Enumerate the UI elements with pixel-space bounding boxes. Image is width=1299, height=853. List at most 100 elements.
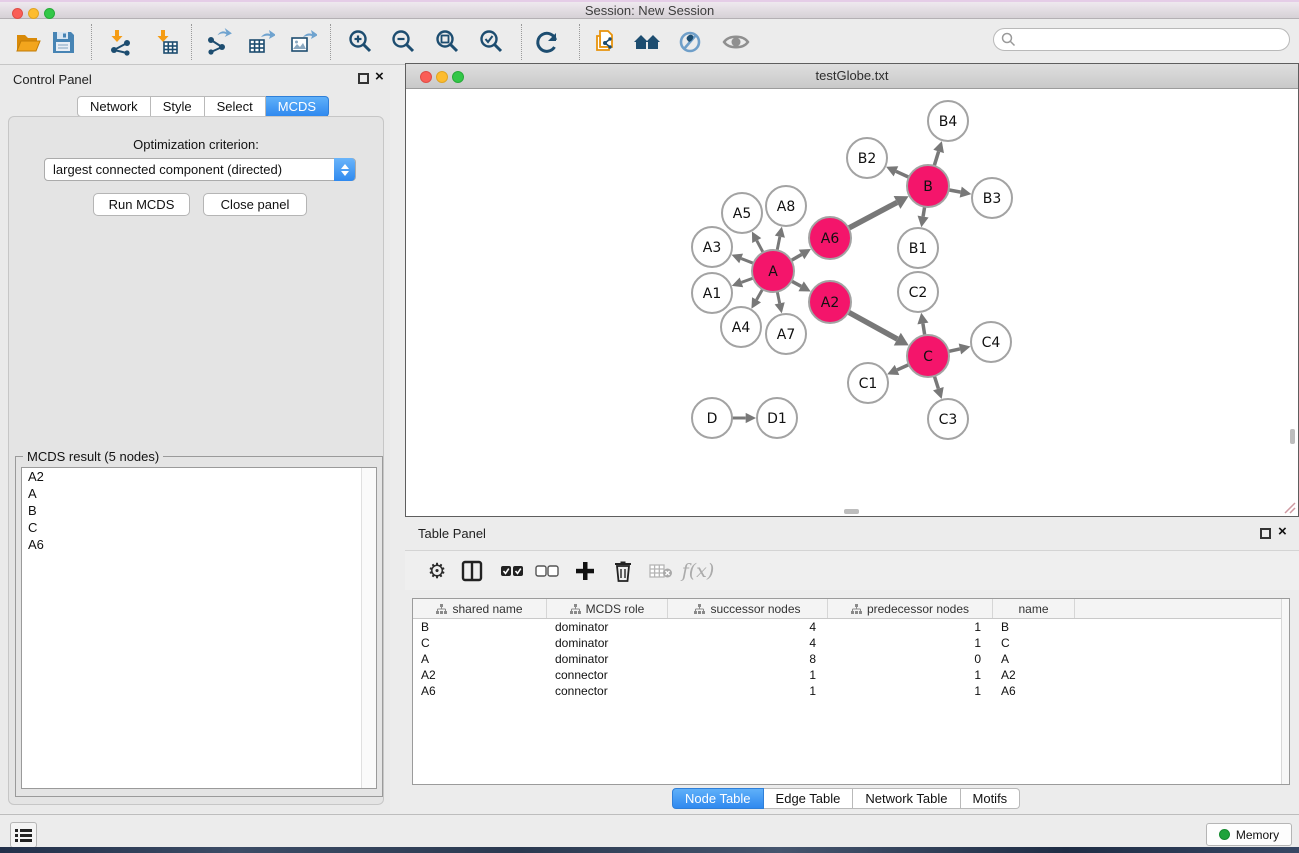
vertical-scrollbar[interactable]	[1290, 429, 1295, 444]
toggle-graphics-icon[interactable]	[675, 27, 705, 57]
export-image-icon[interactable]	[288, 27, 318, 57]
tab-motifs[interactable]: Motifs	[961, 788, 1021, 809]
tab-select[interactable]: Select	[205, 96, 266, 117]
table-cell[interactable]: 0	[828, 651, 993, 667]
close-panel-icon[interactable]: ×	[375, 71, 384, 82]
table-cell[interactable]: dominator	[547, 619, 668, 635]
table-cell[interactable]: C	[993, 635, 1075, 651]
minimize-window-icon[interactable]	[436, 71, 448, 83]
table-cell[interactable]: 1	[668, 667, 828, 683]
table-cell[interactable]: C	[413, 635, 547, 651]
tab-network[interactable]: Network	[77, 96, 151, 117]
table-cell[interactable]: B	[993, 619, 1075, 635]
node-table[interactable]: shared nameMCDS rolesuccessor nodesprede…	[412, 598, 1290, 785]
table-cell[interactable]: dominator	[547, 651, 668, 667]
edge-B-B2[interactable]	[896, 171, 909, 177]
network-window-titlebar[interactable]: testGlobe.txt	[406, 64, 1298, 89]
save-icon[interactable]	[48, 27, 78, 57]
select-all-icon[interactable]	[497, 556, 527, 586]
float-panel-icon[interactable]	[1260, 528, 1271, 539]
result-scrollbar[interactable]	[361, 468, 376, 788]
network-graph[interactable]: B4B2BB3A8A5A6A3B1AC2A1A2A4A7C4CC1C3DD1	[406, 89, 1298, 516]
task-history-button[interactable]	[10, 822, 37, 848]
tab-style[interactable]: Style	[151, 96, 205, 117]
table-cell[interactable]: A2	[993, 667, 1075, 683]
table-cell[interactable]: 1	[668, 683, 828, 699]
tab-edge-table[interactable]: Edge Table	[764, 788, 854, 809]
zoom-fit-icon[interactable]	[433, 27, 463, 57]
table-cell[interactable]: 1	[828, 635, 993, 651]
table-cell[interactable]: connector	[547, 683, 668, 699]
close-panel-button[interactable]: Close panel	[203, 193, 307, 216]
result-item[interactable]: C	[22, 519, 376, 536]
tab-node-table[interactable]: Node Table	[672, 788, 764, 809]
edge-A-A3[interactable]	[741, 258, 753, 263]
zoom-out-icon[interactable]	[389, 27, 419, 57]
network-window-controls[interactable]	[420, 70, 468, 88]
column-header-shared-name[interactable]: shared name	[413, 599, 547, 618]
column-header-successor-nodes[interactable]: successor nodes	[668, 599, 828, 618]
edge-A2-C[interactable]	[848, 312, 897, 339]
edge-A-A5[interactable]	[757, 241, 763, 253]
open-icon[interactable]	[13, 27, 43, 57]
close-window-icon[interactable]	[12, 8, 23, 19]
edge-B-B4[interactable]	[934, 151, 938, 165]
table-row[interactable]: A2connector11A2	[413, 667, 1289, 683]
close-window-icon[interactable]	[420, 71, 432, 83]
table-cell[interactable]: 4	[668, 619, 828, 635]
edge-A-A6[interactable]	[791, 254, 801, 260]
gear-icon[interactable]: ⚙	[422, 556, 452, 586]
tab-network-table[interactable]: Network Table	[853, 788, 960, 809]
table-cell[interactable]: 1	[828, 683, 993, 699]
edge-A-A7[interactable]	[777, 292, 779, 304]
resize-grip-icon[interactable]	[1282, 500, 1296, 514]
memory-button[interactable]: Memory	[1206, 823, 1292, 846]
import-network-icon[interactable]	[105, 27, 135, 57]
duplicate-network-icon[interactable]	[591, 27, 621, 57]
result-item[interactable]: A6	[22, 536, 376, 553]
dropdown-stepper-icon[interactable]	[334, 158, 355, 181]
table-cell[interactable]: 4	[668, 635, 828, 651]
table-row[interactable]: A6connector11A6	[413, 683, 1289, 699]
eye-icon[interactable]	[721, 27, 751, 57]
edge-C-C2[interactable]	[923, 323, 925, 335]
zoom-selected-icon[interactable]	[477, 27, 507, 57]
refresh-icon[interactable]	[532, 27, 562, 57]
table-cell[interactable]: A6	[993, 683, 1075, 699]
network-canvas[interactable]: B4B2BB3A8A5A6A3B1AC2A1A2A4A7C4CC1C3DD1	[406, 89, 1298, 516]
edge-A-A8[interactable]	[777, 237, 780, 251]
result-item[interactable]: B	[22, 502, 376, 519]
table-scrollbar[interactable]	[1281, 599, 1289, 784]
horizontal-scrollbar[interactable]	[844, 509, 859, 514]
run-mcds-button[interactable]: Run MCDS	[93, 193, 190, 216]
zoom-in-icon[interactable]	[346, 27, 376, 57]
column-header-name[interactable]: name	[993, 599, 1075, 618]
table-cell[interactable]: 8	[668, 651, 828, 667]
optimization-dropdown[interactable]: largest connected component (directed)	[44, 158, 356, 181]
table-row[interactable]: Cdominator41C	[413, 635, 1289, 651]
search-input[interactable]	[993, 28, 1290, 51]
add-column-icon[interactable]	[570, 556, 600, 586]
table-cell[interactable]: dominator	[547, 635, 668, 651]
deselect-all-icon[interactable]	[532, 556, 562, 586]
edge-A-A2[interactable]	[791, 281, 801, 286]
edge-B-B1[interactable]	[923, 207, 925, 217]
table-cell[interactable]: 1	[828, 619, 993, 635]
table-cell[interactable]: connector	[547, 667, 668, 683]
table-cell[interactable]: A	[413, 651, 547, 667]
table-cell[interactable]: B	[413, 619, 547, 635]
clear-table-icon[interactable]	[646, 556, 676, 586]
import-table-icon[interactable]	[151, 27, 181, 57]
result-item[interactable]: A	[22, 485, 376, 502]
mcds-result-list[interactable]: A2ABCA6	[21, 467, 377, 789]
close-panel-icon[interactable]: ×	[1278, 526, 1287, 537]
edge-C-C4[interactable]	[948, 349, 959, 352]
export-table-icon[interactable]	[246, 27, 276, 57]
export-network-icon[interactable]	[203, 27, 233, 57]
table-cell[interactable]: A6	[413, 683, 547, 699]
edge-A6-B[interactable]	[849, 202, 897, 228]
edge-A-A4[interactable]	[757, 289, 763, 300]
edge-C-C3[interactable]	[934, 376, 938, 389]
table-cell[interactable]: 1	[828, 667, 993, 683]
float-panel-icon[interactable]	[358, 73, 369, 84]
